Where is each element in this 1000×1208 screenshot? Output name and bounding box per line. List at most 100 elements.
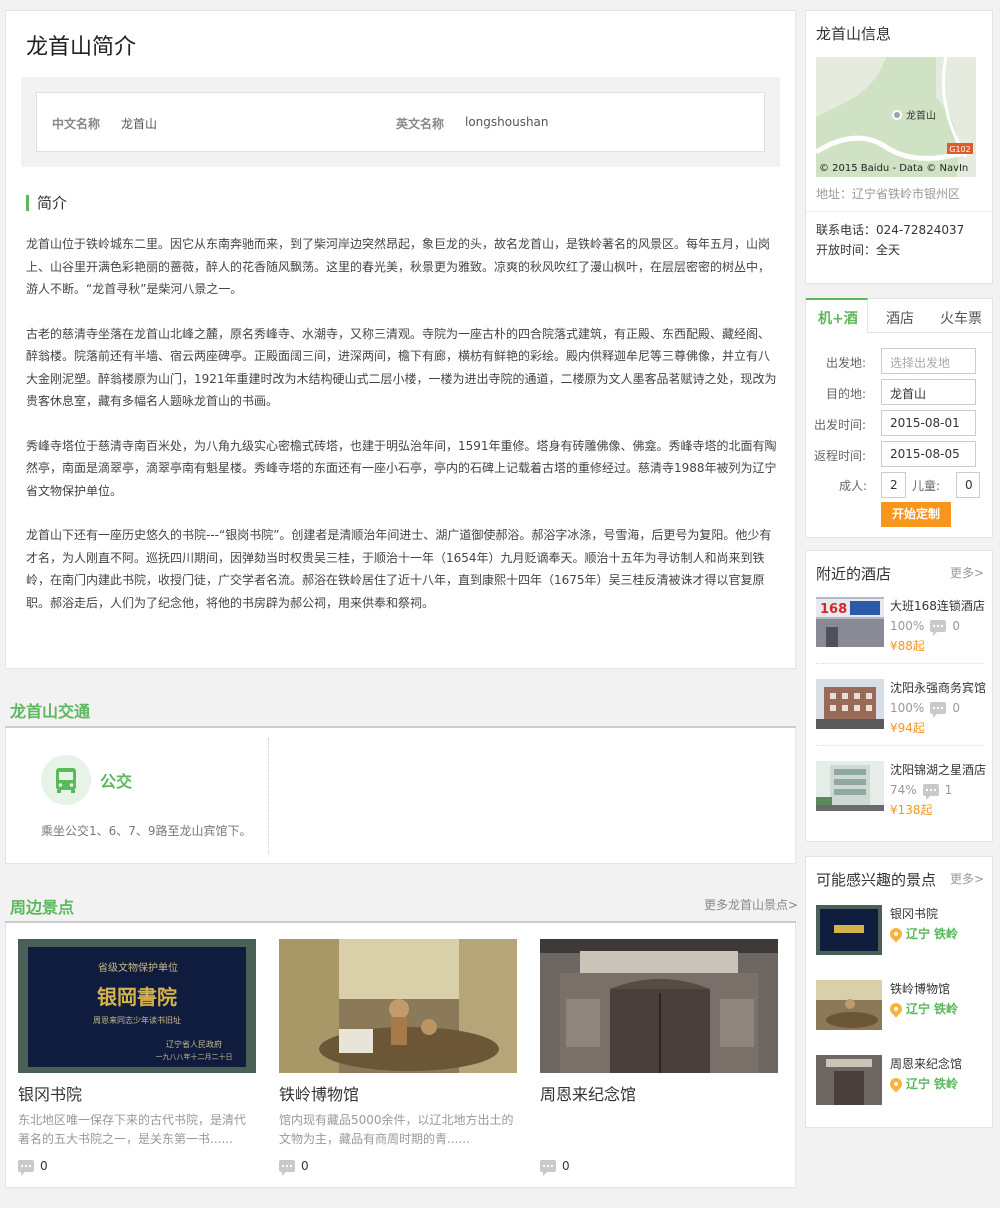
- intro-card: 龙首山简介 中文名称 龙首山 英文名称 longshoushan 简介 龙首山位…: [5, 10, 796, 669]
- divider: [816, 745, 984, 746]
- nearby-more-link[interactable]: 更多龙首山景点>: [704, 896, 798, 913]
- sign-caption: 一九八八年十二月二十日: [156, 1052, 233, 1061]
- comment-count: 0: [279, 1159, 517, 1176]
- bus-mode-label: 公交: [100, 772, 133, 791]
- comment-icon: [18, 1160, 34, 1176]
- comment-number: 0: [952, 701, 960, 715]
- hotel-price: ¥94起: [890, 721, 925, 735]
- address: 地址：辽宁省铁岭市银州区: [816, 187, 961, 201]
- comment-icon: [930, 620, 947, 636]
- comment-icon: [540, 1160, 556, 1176]
- divider: [816, 663, 984, 664]
- child-label: 儿童:: [912, 479, 941, 493]
- return-label: 返程时间:: [814, 449, 867, 463]
- sight-name[interactable]: 周恩来纪念馆: [540, 1081, 778, 1105]
- child-input[interactable]: 0: [956, 472, 980, 498]
- sight-item[interactable]: 周恩来纪念馆 0: [540, 939, 778, 1176]
- location-pin-icon: [887, 1000, 905, 1017]
- hotel-rating: 100%: [890, 701, 925, 715]
- suggest-item[interactable]: 铁岭博物馆 辽宁 铁岭: [816, 980, 984, 1032]
- hotel-price: ¥88起: [890, 639, 925, 653]
- adult-input[interactable]: 2: [881, 472, 906, 498]
- depart-date-input[interactable]: 2015-08-01: [881, 410, 976, 436]
- location-pin-icon: [887, 1075, 905, 1092]
- hotel-image[interactable]: [816, 679, 884, 729]
- booking-card: 机+酒 酒店 火车票 出发地: 选择出发地 目的地: 龙首山 出发时间: 201…: [805, 298, 993, 538]
- page-title: 龙首山简介: [26, 35, 137, 60]
- nearby-card: 省级文物保护单位 银岡書院 周恩来同志少年读书旧址 辽宁省人民政府 一九八八年十…: [5, 923, 796, 1188]
- suggest-location: 辽宁 铁岭: [887, 1000, 959, 1017]
- tab-hotel[interactable]: 酒店: [886, 308, 914, 328]
- tab-flight-hotel[interactable]: 机+酒: [818, 308, 858, 328]
- bus-icon: [41, 755, 91, 805]
- hotel-meta: 74% 1: [890, 783, 952, 800]
- sight-desc: [540, 1111, 778, 1149]
- comment-count: 0: [540, 1159, 778, 1176]
- from-label: 出发地:: [826, 356, 867, 370]
- to-input[interactable]: 龙首山: [881, 379, 976, 405]
- sign-title: 银岡書院: [97, 985, 177, 1009]
- hotel-name[interactable]: 沈阳锦湖之星酒店: [890, 761, 990, 778]
- city: 铁岭: [934, 1002, 959, 1016]
- suggest-image[interactable]: [816, 1055, 882, 1105]
- sight-name[interactable]: 铁岭博物馆: [279, 1081, 517, 1105]
- hotel-meta: 100% 0: [890, 619, 960, 636]
- sight-image[interactable]: [279, 939, 517, 1073]
- hotel-name[interactable]: 大班168连锁酒店: [890, 597, 990, 614]
- suggest-name[interactable]: 周恩来纪念馆: [890, 1055, 962, 1072]
- from-input[interactable]: 选择出发地: [881, 348, 976, 374]
- intro-text: 龙首山位于铁岭城东二里。因它从东南奔驰而来，到了柴河岸边突然昂起，象巨龙的头，故…: [26, 233, 781, 636]
- hotel-rating: 74%: [890, 783, 917, 797]
- open-hours: 开放时间：全天: [816, 243, 901, 257]
- divider: [268, 738, 269, 854]
- suggest-name[interactable]: 铁岭博物馆: [890, 980, 950, 997]
- hotel-name[interactable]: 沈阳永强商务宾馆: [890, 679, 990, 696]
- hotels-title: 附近的酒店: [816, 565, 892, 583]
- map[interactable]: 龙首山 G102 © 2015 Baidu - Data © NavIn: [816, 57, 976, 177]
- info-title: 龙首山信息: [816, 25, 892, 43]
- interest-more-link[interactable]: 更多>: [950, 870, 984, 887]
- hotel-item[interactable]: 沈阳永强商务宾馆 100% 0 ¥94起: [816, 679, 986, 751]
- sight-name[interactable]: 银冈书院: [18, 1081, 256, 1105]
- sign-caption: 周恩来同志少年读书旧址: [93, 1015, 181, 1025]
- name-panel: 中文名称 龙首山 英文名称 longshoushan: [21, 77, 780, 167]
- sign-caption: 省级文物保护单位: [98, 961, 178, 974]
- hotels-card: 附近的酒店 更多> 168 大班168连锁酒店 100% 0 ¥88起 沈阳永强…: [805, 550, 993, 842]
- hotel-meta: 100% 0: [890, 701, 960, 718]
- comment-number: 0: [952, 619, 960, 633]
- name-box: 中文名称 龙首山 英文名称 longshoushan: [36, 92, 765, 152]
- en-name-label: 英文名称: [396, 117, 445, 131]
- hotel-image[interactable]: [816, 761, 884, 811]
- suggest-image[interactable]: [816, 980, 882, 1030]
- divider: [806, 211, 992, 212]
- suggest-location: 辽宁 铁岭: [887, 1075, 958, 1092]
- sight-image[interactable]: 省级文物保护单位 银岡書院 周恩来同志少年读书旧址 辽宁省人民政府 一九八八年十…: [18, 939, 256, 1073]
- location-pin-icon: [887, 925, 905, 942]
- phone: 联系电话：024-72824037: [816, 223, 965, 237]
- suggest-name[interactable]: 银冈书院: [890, 905, 938, 922]
- cn-name-label: 中文名称: [52, 117, 101, 131]
- tab-train[interactable]: 火车票: [940, 308, 982, 328]
- hotel-item[interactable]: 168 大班168连锁酒店 100% 0 ¥88起: [816, 597, 985, 669]
- sight-item[interactable]: 省级文物保护单位 银岡書院 周恩来同志少年读书旧址 辽宁省人民政府 一九八八年十…: [18, 939, 256, 1176]
- hotel-sign: 168: [820, 602, 847, 617]
- suggest-item[interactable]: 银冈书院 辽宁 铁岭: [816, 905, 984, 957]
- traffic-title: 龙首山交通: [10, 702, 91, 721]
- return-date-input[interactable]: 2015-08-05: [881, 441, 976, 467]
- intro-paragraph: 龙首山位于铁岭城东二里。因它从东南奔驰而来，到了柴河岸边突然昂起，象巨龙的头，故…: [26, 237, 771, 296]
- map-credit: © 2015 Baidu - Data © NavIn: [819, 163, 968, 174]
- comment-icon: [279, 1160, 295, 1176]
- hotel-item[interactable]: 沈阳锦湖之星酒店 74% 1 ¥138起: [816, 761, 986, 833]
- suggest-image[interactable]: [816, 905, 882, 955]
- hotels-more-link[interactable]: 更多>: [950, 564, 984, 581]
- hotel-image[interactable]: 168: [816, 597, 884, 647]
- suggest-item[interactable]: 周恩来纪念馆 辽宁 铁岭: [816, 1055, 984, 1107]
- map-label: 龙首山: [906, 109, 936, 122]
- sight-image[interactable]: [540, 939, 778, 1073]
- nearby-title: 周边景点: [10, 898, 75, 917]
- comment-icon: [922, 784, 939, 800]
- sign-caption: 辽宁省人民政府: [166, 1039, 222, 1049]
- sight-item[interactable]: 铁岭博物馆 馆内现有藏品5000余件，以辽北地方出土的文物为主，藏品有商周时期的…: [279, 939, 517, 1176]
- booking-tabs: 机+酒 酒店 火车票: [806, 298, 992, 333]
- start-customize-button[interactable]: 开始定制: [881, 502, 951, 527]
